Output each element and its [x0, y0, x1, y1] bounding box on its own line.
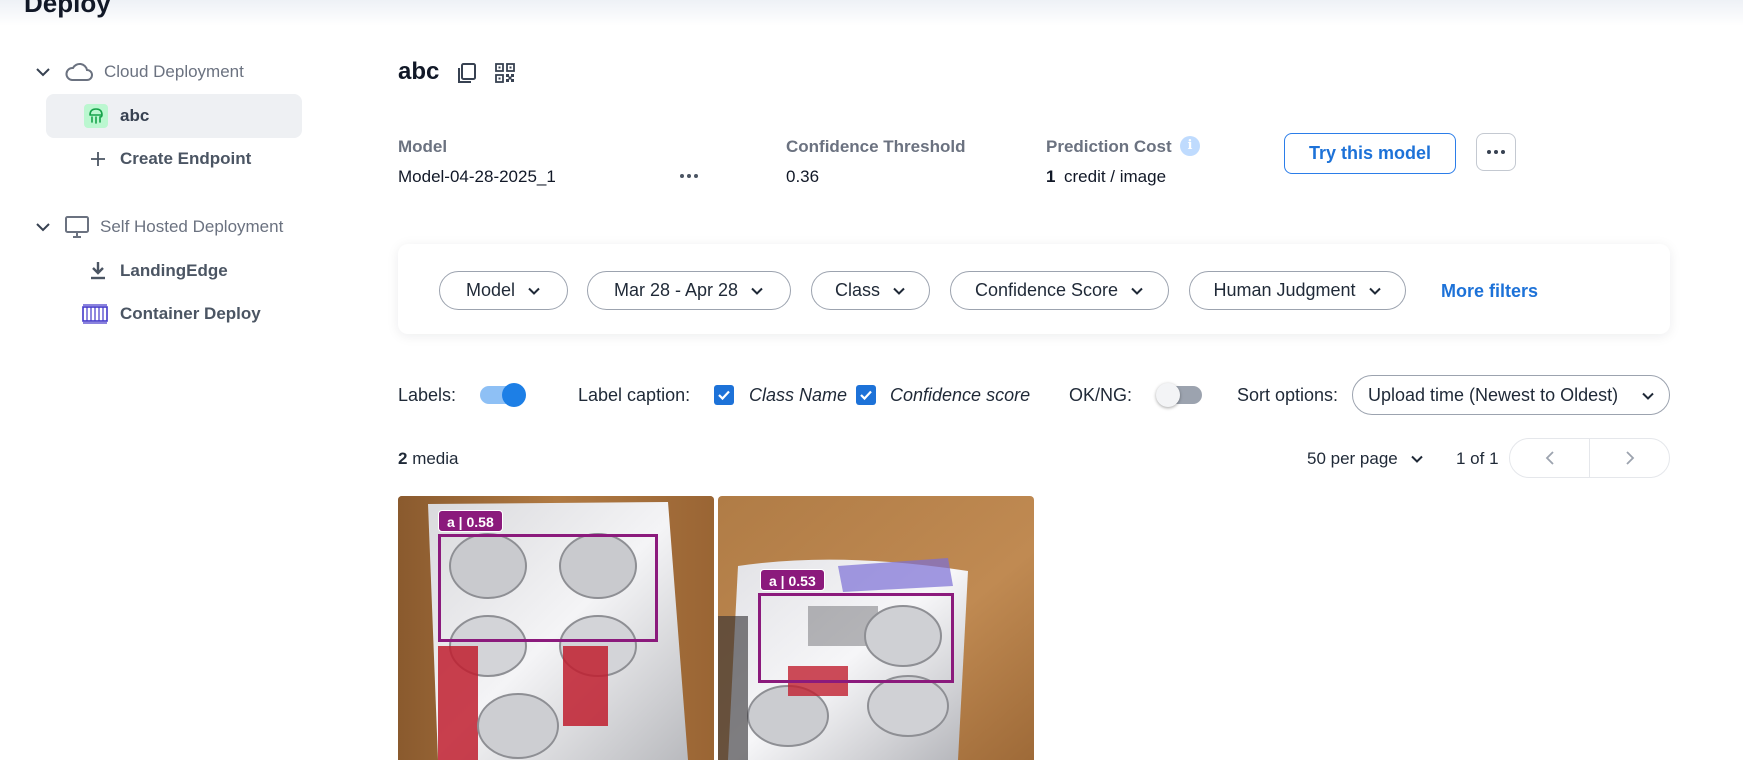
- checkmark-icon: [860, 390, 872, 401]
- try-this-model-button[interactable]: Try this model: [1284, 133, 1456, 174]
- prediction-cost-amount: 1: [1046, 167, 1056, 186]
- model-value: Model-04-28-2025_1: [398, 167, 556, 186]
- page-title: Deploy: [24, 0, 111, 18]
- filter-label: Class: [834, 280, 880, 300]
- filter-label: Model: [465, 280, 516, 300]
- sidebar-item-label: Container Deploy: [120, 304, 261, 323]
- filter-label: Human Judgment: [1213, 280, 1356, 300]
- chevron-down-icon: [751, 287, 763, 295]
- pagination: [1509, 438, 1670, 478]
- download-icon: [91, 262, 105, 280]
- sort-options-label: Sort options:: [1237, 385, 1339, 405]
- self-hosted-deployment-label: Self Hosted Deployment: [100, 217, 284, 236]
- self-hosted-deployment-group[interactable]: Self Hosted Deployment: [34, 212, 283, 242]
- plus-icon: [91, 152, 105, 166]
- endpoint-title: abc: [398, 58, 440, 85]
- chevron-down-icon: [36, 68, 50, 77]
- more-options-button[interactable]: [1476, 133, 1516, 171]
- okng-toggle[interactable]: [1156, 383, 1202, 407]
- sort-value: Upload time (Newest to Oldest): [1368, 384, 1619, 405]
- prediction-tag: a | 0.58: [438, 510, 503, 532]
- prediction-cost-unit: credit / image: [1064, 167, 1167, 186]
- labels-label: Labels:: [398, 385, 457, 405]
- top-bar: [0, 0, 1743, 26]
- media-thumbnail[interactable]: a | 0.58: [398, 496, 714, 760]
- confidence-threshold-label: Confidence Threshold: [786, 137, 966, 156]
- media-count-suffix: media: [407, 449, 459, 468]
- class-name-checkbox[interactable]: [714, 385, 734, 405]
- next-page-button[interactable]: [1590, 439, 1669, 477]
- chevron-left-icon: [1545, 451, 1554, 465]
- filter-model[interactable]: Model: [439, 271, 568, 310]
- per-page-value: 50 per page: [1307, 449, 1398, 468]
- cloud-deployment-group[interactable]: Cloud Deployment: [34, 57, 244, 87]
- media-count: 2 media: [398, 449, 459, 469]
- checkmark-icon: [718, 390, 730, 401]
- prediction-tag: a | 0.53: [760, 569, 825, 591]
- filter-date-range[interactable]: Mar 28 - Apr 28: [587, 271, 791, 310]
- model-options-button[interactable]: [674, 166, 704, 186]
- chevron-down-icon: [1642, 392, 1654, 400]
- bounding-box: [438, 534, 658, 642]
- endpoint-icon: [84, 104, 108, 128]
- chevron-down-icon: [36, 223, 50, 232]
- class-name-label: Class Name: [749, 385, 848, 405]
- container-icon: [82, 304, 108, 324]
- confidence-score-label: Confidence score: [890, 385, 1031, 405]
- bounding-box: [758, 593, 954, 683]
- confidence-score-checkbox[interactable]: [856, 385, 876, 405]
- confidence-threshold-value: 0.36: [786, 167, 820, 186]
- monitor-icon: [65, 216, 89, 238]
- sidebar-item-abc[interactable]: abc: [46, 94, 302, 138]
- okng-label: OK/NG:: [1069, 385, 1133, 405]
- copy-icon[interactable]: [456, 62, 478, 84]
- previous-page-button[interactable]: [1510, 439, 1590, 477]
- label-caption-label: Label caption:: [578, 385, 691, 405]
- chevron-down-icon: [1368, 287, 1381, 295]
- chevron-down-icon: [1131, 287, 1143, 295]
- media-thumbnail[interactable]: a | 0.53: [718, 496, 1034, 760]
- model-label: Model: [398, 137, 448, 156]
- filter-human-judgment[interactable]: Human Judgment: [1189, 271, 1406, 310]
- sidebar-item-landingedge[interactable]: LandingEdge: [46, 249, 302, 293]
- page-info: 1 of 1: [1456, 449, 1499, 468]
- prediction-cost-label: Prediction Cost: [1046, 137, 1172, 156]
- qr-code-icon[interactable]: [494, 62, 516, 84]
- sidebar-item-container-deploy[interactable]: Container Deploy: [46, 292, 302, 336]
- info-icon[interactable]: i: [1180, 136, 1200, 156]
- sidebar-item-create-endpoint[interactable]: Create Endpoint: [46, 137, 302, 181]
- filter-label: Confidence Score: [974, 280, 1119, 300]
- per-page-select[interactable]: 50 per page: [1307, 449, 1424, 469]
- chevron-down-icon: [1411, 455, 1423, 463]
- cloud-icon: [65, 62, 93, 81]
- more-filters-link[interactable]: More filters: [1441, 281, 1538, 302]
- filter-label: Mar 28 - Apr 28: [613, 280, 739, 300]
- filter-confidence-score[interactable]: Confidence Score: [950, 271, 1169, 310]
- cloud-deployment-label: Cloud Deployment: [104, 62, 244, 81]
- labels-toggle[interactable]: [480, 383, 526, 407]
- chevron-right-icon: [1625, 451, 1634, 465]
- filter-class[interactable]: Class: [811, 271, 930, 310]
- chevron-down-icon: [893, 287, 905, 295]
- chevron-down-icon: [528, 287, 540, 295]
- sort-options-select[interactable]: Upload time (Newest to Oldest): [1352, 375, 1670, 415]
